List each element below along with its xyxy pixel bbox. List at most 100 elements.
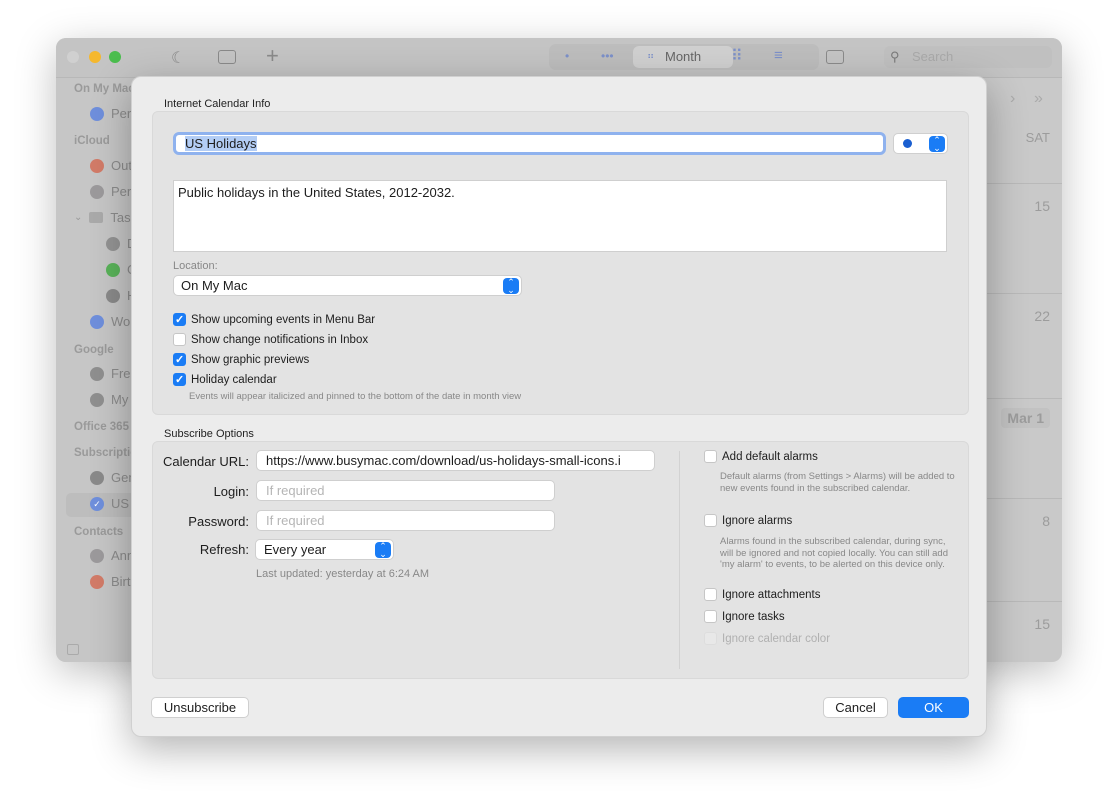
info-section-title: Internet Calendar Info [164, 98, 271, 110]
location-label: Location: [173, 260, 218, 272]
sidebar-item-label: My [111, 392, 129, 407]
description-textarea[interactable]: Public holidays in the United States, 20… [173, 180, 947, 252]
option-label: Ignore tasks [722, 610, 785, 623]
date-cell[interactable]: 8 [1042, 513, 1050, 529]
week-divider [986, 293, 1062, 294]
sidebar-item[interactable]: Wor [90, 314, 135, 329]
option-ignore-calendar-color: Ignore calendar color [704, 632, 830, 645]
calendar-url-input[interactable]: https://www.busymac.com/download/us-holi… [256, 450, 655, 471]
color-picker[interactable]: ⌃ ⌄ [893, 133, 948, 154]
week-divider [986, 498, 1062, 499]
checkbox[interactable] [173, 313, 186, 326]
month-icon: ⠶ [647, 51, 655, 62]
calendar-color-dot[interactable] [90, 314, 104, 329]
checkbox[interactable] [704, 514, 717, 527]
ok-button[interactable]: OK [898, 697, 969, 718]
date-cell[interactable]: 22 [1034, 308, 1050, 324]
sidebar-item-label: Birt [111, 574, 131, 589]
list-view-icon[interactable]: ≡ [774, 47, 783, 64]
option-show-upcoming-events-in-menu-bar[interactable]: Show upcoming events in Menu Bar [173, 313, 375, 326]
stepper-icon: ⌃ ⌄ [503, 278, 519, 295]
calendar-color-dot[interactable] [90, 366, 104, 381]
checkbox[interactable] [173, 353, 186, 366]
option-show-change-notifications-in-inbox[interactable]: Show change notifications in Inbox [173, 333, 368, 346]
option-holiday-calendar[interactable]: Holiday calendar [173, 373, 277, 386]
sidebar-item-label: Out [111, 158, 132, 173]
option-label: Show graphic previews [191, 353, 310, 366]
sidebar-item[interactable]: ⌄ Tasl [74, 210, 134, 225]
minimize-window-button[interactable] [89, 51, 101, 63]
month-view-button[interactable]: ⠶ Month [633, 46, 733, 68]
chevron-down-icon[interactable]: ⌄ [74, 212, 82, 223]
option-show-graphic-previews[interactable]: Show graphic previews [173, 353, 309, 366]
week-divider [986, 601, 1062, 602]
option-label: Ignore alarms [722, 514, 793, 527]
sidebar-item[interactable]: Gen [90, 470, 136, 485]
sidebar-item[interactable]: Out [90, 158, 132, 173]
calendar-color-dot[interactable] [90, 106, 104, 121]
calendar-color-dot[interactable] [106, 236, 120, 251]
search-input[interactable]: ⚲ Search [884, 46, 1052, 68]
close-window-button[interactable] [67, 51, 79, 63]
calendar-color-dot[interactable] [106, 288, 120, 303]
option-add-default-alarms[interactable]: Add default alarms [704, 450, 818, 463]
last-updated-text: Last updated: yesterday at 6:24 AM [256, 568, 430, 580]
folder-icon [89, 212, 104, 223]
color-swatch [903, 139, 912, 148]
sidebar-item[interactable]: ✓ US [90, 496, 129, 511]
calendar-color-dot[interactable] [90, 470, 104, 485]
url-label: Calendar URL: [163, 454, 249, 469]
sidebar-item[interactable]: Birt [90, 574, 131, 589]
calendar-color-dot[interactable] [90, 574, 104, 589]
day-view-icon[interactable]: • [565, 49, 569, 63]
moon-icon[interactable]: ☾ [171, 48, 185, 68]
calendar-small-icon[interactable] [67, 644, 79, 655]
next-icon[interactable]: › [1010, 90, 1015, 108]
checked-calendar-icon[interactable]: ✓ [90, 496, 104, 511]
option-ignore-alarms[interactable]: Ignore alarms [704, 514, 792, 527]
calendar-color-dot[interactable] [90, 392, 104, 407]
year-view-icon[interactable]: ⠿ [731, 46, 743, 66]
calendar-color-dot[interactable] [90, 548, 104, 563]
cancel-button[interactable]: Cancel [823, 697, 888, 718]
option-ignore-tasks[interactable]: Ignore tasks [704, 610, 785, 623]
calendar-color-dot[interactable] [90, 184, 104, 199]
checkbox[interactable] [704, 450, 717, 463]
date-cell[interactable]: 15 [1034, 616, 1050, 632]
date-cell[interactable]: 15 [1034, 198, 1050, 214]
fast-forward-icon[interactable]: » [1034, 90, 1043, 108]
password-input[interactable]: If required [256, 510, 555, 531]
sidebar-section-header: Subscriptio [74, 447, 138, 459]
refresh-select[interactable]: Every year ⌃ ⌄ [255, 539, 394, 560]
password-label: Password: [188, 514, 249, 529]
sidebar-item[interactable]: My [90, 392, 128, 407]
unsubscribe-button[interactable]: Unsubscribe [151, 697, 249, 718]
inspector-toggle-icon[interactable] [826, 50, 844, 64]
option-label: Holiday calendar [191, 373, 277, 386]
checkbox[interactable] [704, 588, 717, 601]
date-cell[interactable]: Mar 1 [1001, 408, 1050, 428]
calendar-color-dot[interactable] [90, 158, 104, 173]
option-note: Default alarms (from Settings > Alarms) … [720, 471, 955, 494]
location-select[interactable]: On My Mac ⌃ ⌄ [173, 275, 522, 296]
checkbox[interactable] [173, 333, 186, 346]
calendar-color-dot[interactable] [106, 262, 120, 277]
sidebar-item-label: US [111, 496, 130, 511]
checkbox[interactable] [173, 373, 186, 386]
zoom-window-button[interactable] [109, 51, 121, 63]
calendar-info-dialog: Internet Calendar Info US Holidays ⌃ ⌄ Pu… [131, 76, 987, 737]
week-divider [986, 183, 1062, 184]
option-label: Ignore attachments [722, 588, 821, 601]
sidebar-item[interactable]: Ann [90, 548, 134, 563]
sidebar-toggle-icon[interactable] [218, 50, 236, 64]
login-input[interactable]: If required [256, 480, 555, 501]
sidebar-section-header: On My Mac [74, 83, 135, 95]
week-view-icon[interactable]: ••• [601, 49, 614, 63]
stepper-icon: ⌃ ⌄ [375, 542, 391, 559]
checkbox[interactable] [704, 610, 717, 623]
option-ignore-attachments[interactable]: Ignore attachments [704, 588, 820, 601]
option-label: Add default alarms [722, 450, 818, 463]
stepper-icon: ⌃ ⌄ [929, 136, 945, 153]
calendar-name-input[interactable]: US Holidays [173, 132, 886, 155]
add-icon[interactable]: + [266, 43, 279, 69]
